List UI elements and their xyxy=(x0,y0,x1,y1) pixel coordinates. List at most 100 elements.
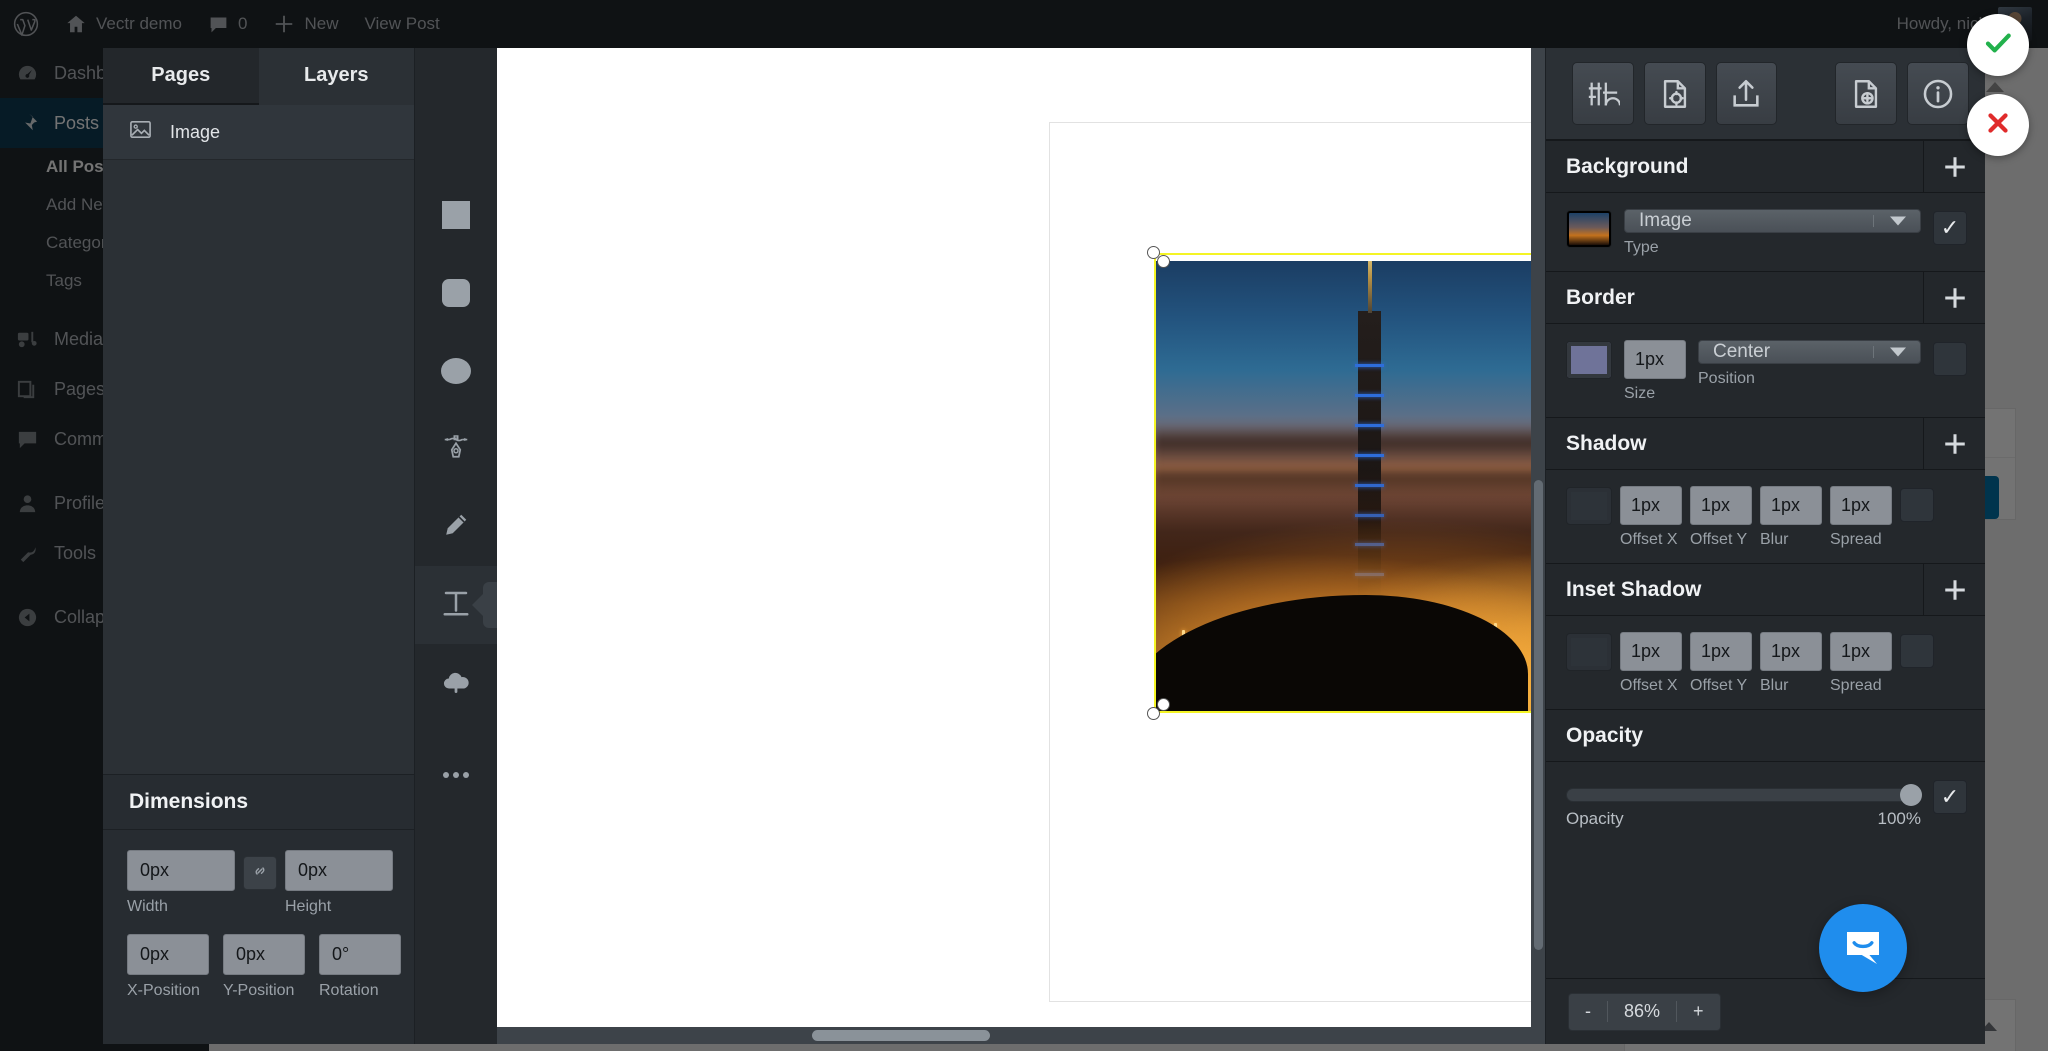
x-position-input[interactable] xyxy=(127,934,209,975)
info-icon[interactable] xyxy=(1907,62,1969,125)
zoom-out-button[interactable]: - xyxy=(1569,994,1607,1030)
cloud-upload-icon xyxy=(441,666,471,701)
rectangle-tool[interactable] xyxy=(415,176,497,254)
inset-shadow-blur-input[interactable] xyxy=(1760,632,1822,671)
shadow-spread-label: Spread xyxy=(1830,531,1892,549)
inset-shadow-enabled-checkbox[interactable] xyxy=(1900,634,1934,668)
ellipse-tool[interactable] xyxy=(415,332,497,410)
export-upload-icon[interactable] xyxy=(1716,62,1778,125)
pen-tool[interactable] xyxy=(415,410,497,488)
tab-pages[interactable]: Pages xyxy=(103,48,259,105)
x-position-label: X-Position xyxy=(127,982,209,1000)
border-section-header: Border xyxy=(1546,271,1985,324)
cancel-button[interactable] xyxy=(1967,94,2029,156)
opacity-label: Opacity xyxy=(1566,809,1624,829)
scrollbar-thumb[interactable] xyxy=(1534,480,1543,950)
shadow-color-swatch[interactable] xyxy=(1566,487,1612,525)
vectr-editor-modal: Pages Layers Image Dimensions Width xyxy=(103,48,1985,1044)
chevron-down-icon xyxy=(1890,348,1906,357)
canvas-horizontal-scrollbar[interactable] xyxy=(497,1027,1545,1044)
y-position-input[interactable] xyxy=(223,934,305,975)
list-item[interactable]: Image xyxy=(103,105,414,160)
opacity-slider-knob[interactable] xyxy=(1900,784,1922,806)
confirm-pointer-triangle xyxy=(1986,82,2004,92)
opacity-section-title: Opacity xyxy=(1546,710,1985,761)
background-enabled-checkbox[interactable]: ✓ xyxy=(1933,211,1967,245)
opacity-slider-labels: Opacity 100% xyxy=(1566,809,1921,829)
check-icon: ✓ xyxy=(1941,217,1959,239)
background-image-thumbnail[interactable] xyxy=(1566,210,1612,248)
image-icon xyxy=(129,118,152,146)
x-position-field-group: X-Position xyxy=(127,934,209,1000)
tab-layers[interactable]: Layers xyxy=(259,48,415,105)
background-type-select[interactable]: Image xyxy=(1624,209,1921,233)
properties-panel: Background Image Type xyxy=(1545,48,1985,1044)
border-position-label: Position xyxy=(1698,370,1921,388)
y-position-label: Y-Position xyxy=(223,982,305,1000)
opacity-slider[interactable] xyxy=(1566,788,1921,802)
width-label: Width xyxy=(127,898,235,916)
check-icon: ✓ xyxy=(1941,786,1959,808)
text-tool[interactable]: Text xyxy=(415,566,497,644)
add-background-button[interactable] xyxy=(1923,141,1985,192)
height-input[interactable] xyxy=(285,850,393,891)
pencil-tool[interactable] xyxy=(415,488,497,566)
inset-shadow-spread-input[interactable] xyxy=(1830,632,1892,671)
inset-shadow-color-swatch[interactable] xyxy=(1566,633,1612,671)
text-t-icon xyxy=(441,588,471,623)
canvas-vertical-scrollbar[interactable] xyxy=(1531,48,1545,1027)
border-enabled-checkbox[interactable] xyxy=(1933,342,1967,376)
corner-radius-handle-top-left[interactable] xyxy=(1157,255,1170,268)
add-page-icon[interactable] xyxy=(1835,62,1897,125)
tool-strip: Text xyxy=(415,48,497,1044)
inset-shadow-offset-y-input[interactable] xyxy=(1690,632,1752,671)
opacity-section-body: Opacity 100% ✓ xyxy=(1546,762,1985,843)
border-position-select[interactable]: Center xyxy=(1698,340,1921,364)
dimensions-section-title: Dimensions xyxy=(103,774,414,830)
add-border-button[interactable] xyxy=(1923,272,1985,323)
opacity-slider-wrap: Opacity 100% xyxy=(1566,778,1921,829)
border-section-body: Size Center Position xyxy=(1546,324,1985,417)
add-inset-shadow-button[interactable] xyxy=(1923,564,1985,615)
intercom-chat-icon[interactable] xyxy=(1819,904,1907,992)
more-tools[interactable] xyxy=(415,738,497,816)
canvas-area[interactable]: 2009 © Lay Sty xyxy=(497,48,1545,1044)
shadow-offset-y-input[interactable] xyxy=(1690,486,1752,525)
shadow-offset-x-input[interactable] xyxy=(1620,486,1682,525)
height-label: Height xyxy=(285,898,393,916)
opacity-section-header: Opacity xyxy=(1546,709,1985,762)
zoom-in-button[interactable]: + xyxy=(1677,994,1720,1030)
shadow-blur-input[interactable] xyxy=(1760,486,1822,525)
border-size-label: Size xyxy=(1624,385,1686,403)
shadow-spread-input[interactable] xyxy=(1830,486,1892,525)
selected-object[interactable]: 2009 © Lay Sty xyxy=(1154,253,1545,713)
border-size-input[interactable] xyxy=(1624,340,1686,379)
link-dimensions-button[interactable] xyxy=(243,856,277,890)
background-section-header: Background xyxy=(1546,140,1985,193)
rounded-rectangle-tool[interactable] xyxy=(415,254,497,332)
shadow-offset-y-label: Offset Y xyxy=(1690,531,1752,549)
zoom-control: - 86% + xyxy=(1568,993,1721,1031)
page-settings-icon[interactable] xyxy=(1644,62,1706,125)
upload-tool[interactable] xyxy=(415,644,497,722)
layer-list: Image xyxy=(103,105,414,774)
canvas-image[interactable]: 2009 © Lay Sty xyxy=(1154,261,1545,713)
confirm-button[interactable] xyxy=(1967,14,2029,76)
inset-shadow-offset-x-input[interactable] xyxy=(1620,632,1682,671)
opacity-enabled-checkbox[interactable]: ✓ xyxy=(1933,780,1967,814)
rounded-square-icon xyxy=(442,279,470,307)
shadow-enabled-checkbox[interactable] xyxy=(1900,488,1934,522)
shadow-blur-label: Blur xyxy=(1760,531,1822,549)
width-input[interactable] xyxy=(127,850,235,891)
shadow-section-body: Offset X Offset Y Blur Spread xyxy=(1546,470,1985,563)
corner-radius-handle-bottom-left[interactable] xyxy=(1157,698,1170,711)
scrollbar-thumb[interactable] xyxy=(812,1030,990,1041)
rotation-label: Rotation xyxy=(319,982,401,1000)
background-type-label: Type xyxy=(1624,239,1921,257)
rotation-input[interactable] xyxy=(319,934,401,975)
border-color-swatch[interactable] xyxy=(1566,341,1612,379)
cloud-band xyxy=(1154,424,1545,470)
zoom-level-label[interactable]: 86% xyxy=(1608,994,1676,1030)
add-shadow-button[interactable] xyxy=(1923,418,1985,469)
document-settings-icon[interactable] xyxy=(1572,62,1634,125)
